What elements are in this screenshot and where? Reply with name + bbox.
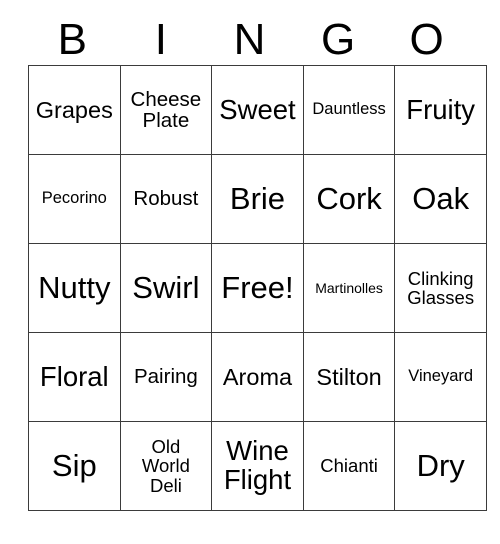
bingo-cell-label: Wine Flight	[223, 435, 292, 495]
bingo-cell-label: Grapes	[35, 96, 113, 123]
bingo-cell[interactable]: Clinking Glasses	[394, 243, 487, 333]
bingo-cell[interactable]: Chianti	[302, 421, 396, 511]
bingo-cell[interactable]: Oak	[394, 154, 487, 244]
bingo-row: Grapes Cheese Plate Sweet Dauntless Frui…	[28, 65, 487, 155]
bingo-cell-label: Vineyard	[408, 367, 474, 386]
bingo-cell[interactable]: Dry	[394, 421, 487, 511]
bingo-cell-label: Pairing	[133, 365, 198, 389]
bingo-row: Pecorino Robust Brie Cork Oak	[28, 154, 487, 244]
bingo-card: B I N G O Grapes Cheese Plate Sweet Daun…	[28, 15, 487, 511]
header-letter-n: N	[233, 15, 266, 64]
header-letter-o: O	[409, 15, 444, 64]
bingo-cell[interactable]: Pecorino	[28, 154, 121, 244]
bingo-cell-label: Fruity	[406, 93, 476, 125]
bingo-cell-label: Floral	[39, 360, 109, 392]
bingo-cell[interactable]: Vineyard	[394, 332, 487, 422]
bingo-cell[interactable]: Pairing	[119, 332, 213, 422]
bingo-cell[interactable]: Brie	[211, 154, 304, 244]
bingo-cell[interactable]: Stilton	[302, 332, 396, 422]
bingo-cell-label: Robust	[133, 187, 199, 211]
bingo-cell-label: Martinolles	[315, 279, 383, 296]
bingo-cell[interactable]: Martinolles	[302, 243, 396, 333]
bingo-grid: Grapes Cheese Plate Sweet Dauntless Frui…	[28, 65, 487, 511]
bingo-cell-label: Dry	[416, 447, 465, 483]
bingo-row: Nutty Swirl Free! Martinolles Clinking G…	[28, 243, 487, 333]
bingo-cell-label: Aroma	[222, 363, 293, 390]
bingo-row: Sip Old World Deli Wine Flight Chianti D…	[28, 421, 487, 511]
bingo-cell-label: Nutty	[38, 269, 111, 305]
bingo-cell[interactable]: Cheese Plate	[119, 65, 213, 155]
bingo-cell-free[interactable]: Free!	[211, 243, 304, 333]
bingo-cell[interactable]: Robust	[119, 154, 213, 244]
bingo-cell-label: Free!	[221, 269, 294, 305]
bingo-cell-label: Sip	[51, 447, 97, 483]
bingo-cell-label: Swirl	[132, 269, 200, 305]
bingo-cell-label: Pecorino	[41, 189, 107, 208]
bingo-row: Floral Pairing Aroma Stilton Vineyard	[28, 332, 487, 422]
bingo-cell-label: Clinking Glasses	[407, 267, 475, 308]
bingo-cell[interactable]: Wine Flight	[211, 421, 304, 511]
bingo-cell[interactable]: Floral	[28, 332, 121, 422]
bingo-cell[interactable]: Fruity	[394, 65, 487, 155]
bingo-cell-label: Dauntless	[312, 100, 386, 119]
bingo-cell-label: Stilton	[316, 363, 382, 390]
bingo-cell[interactable]: Dauntless	[302, 65, 396, 155]
bingo-cell-label: Sweet	[219, 93, 296, 125]
header-letter-i: I	[154, 15, 167, 64]
bingo-cell[interactable]: Nutty	[28, 243, 121, 333]
header-letter-g: G	[320, 15, 356, 64]
bingo-cell[interactable]: Aroma	[211, 332, 304, 422]
bingo-cell[interactable]: Old World Deli	[119, 421, 213, 511]
bingo-cell-label: Cheese Plate	[130, 87, 202, 132]
bingo-cell-label: Cork	[316, 180, 382, 216]
bingo-header: B I N G O	[28, 15, 471, 65]
bingo-cell-label: Chianti	[320, 455, 378, 477]
bingo-cell[interactable]: Swirl	[119, 243, 213, 333]
bingo-cell[interactable]: Cork	[302, 154, 396, 244]
bingo-cell-label: Oak	[412, 180, 470, 216]
bingo-cell[interactable]: Sip	[28, 421, 121, 511]
bingo-cell[interactable]: Grapes	[28, 65, 121, 155]
bingo-cell[interactable]: Sweet	[211, 65, 304, 155]
bingo-cell-label: Brie	[229, 180, 286, 216]
header-letter-b: B	[57, 15, 87, 64]
bingo-cell-label: Old World Deli	[141, 436, 190, 496]
